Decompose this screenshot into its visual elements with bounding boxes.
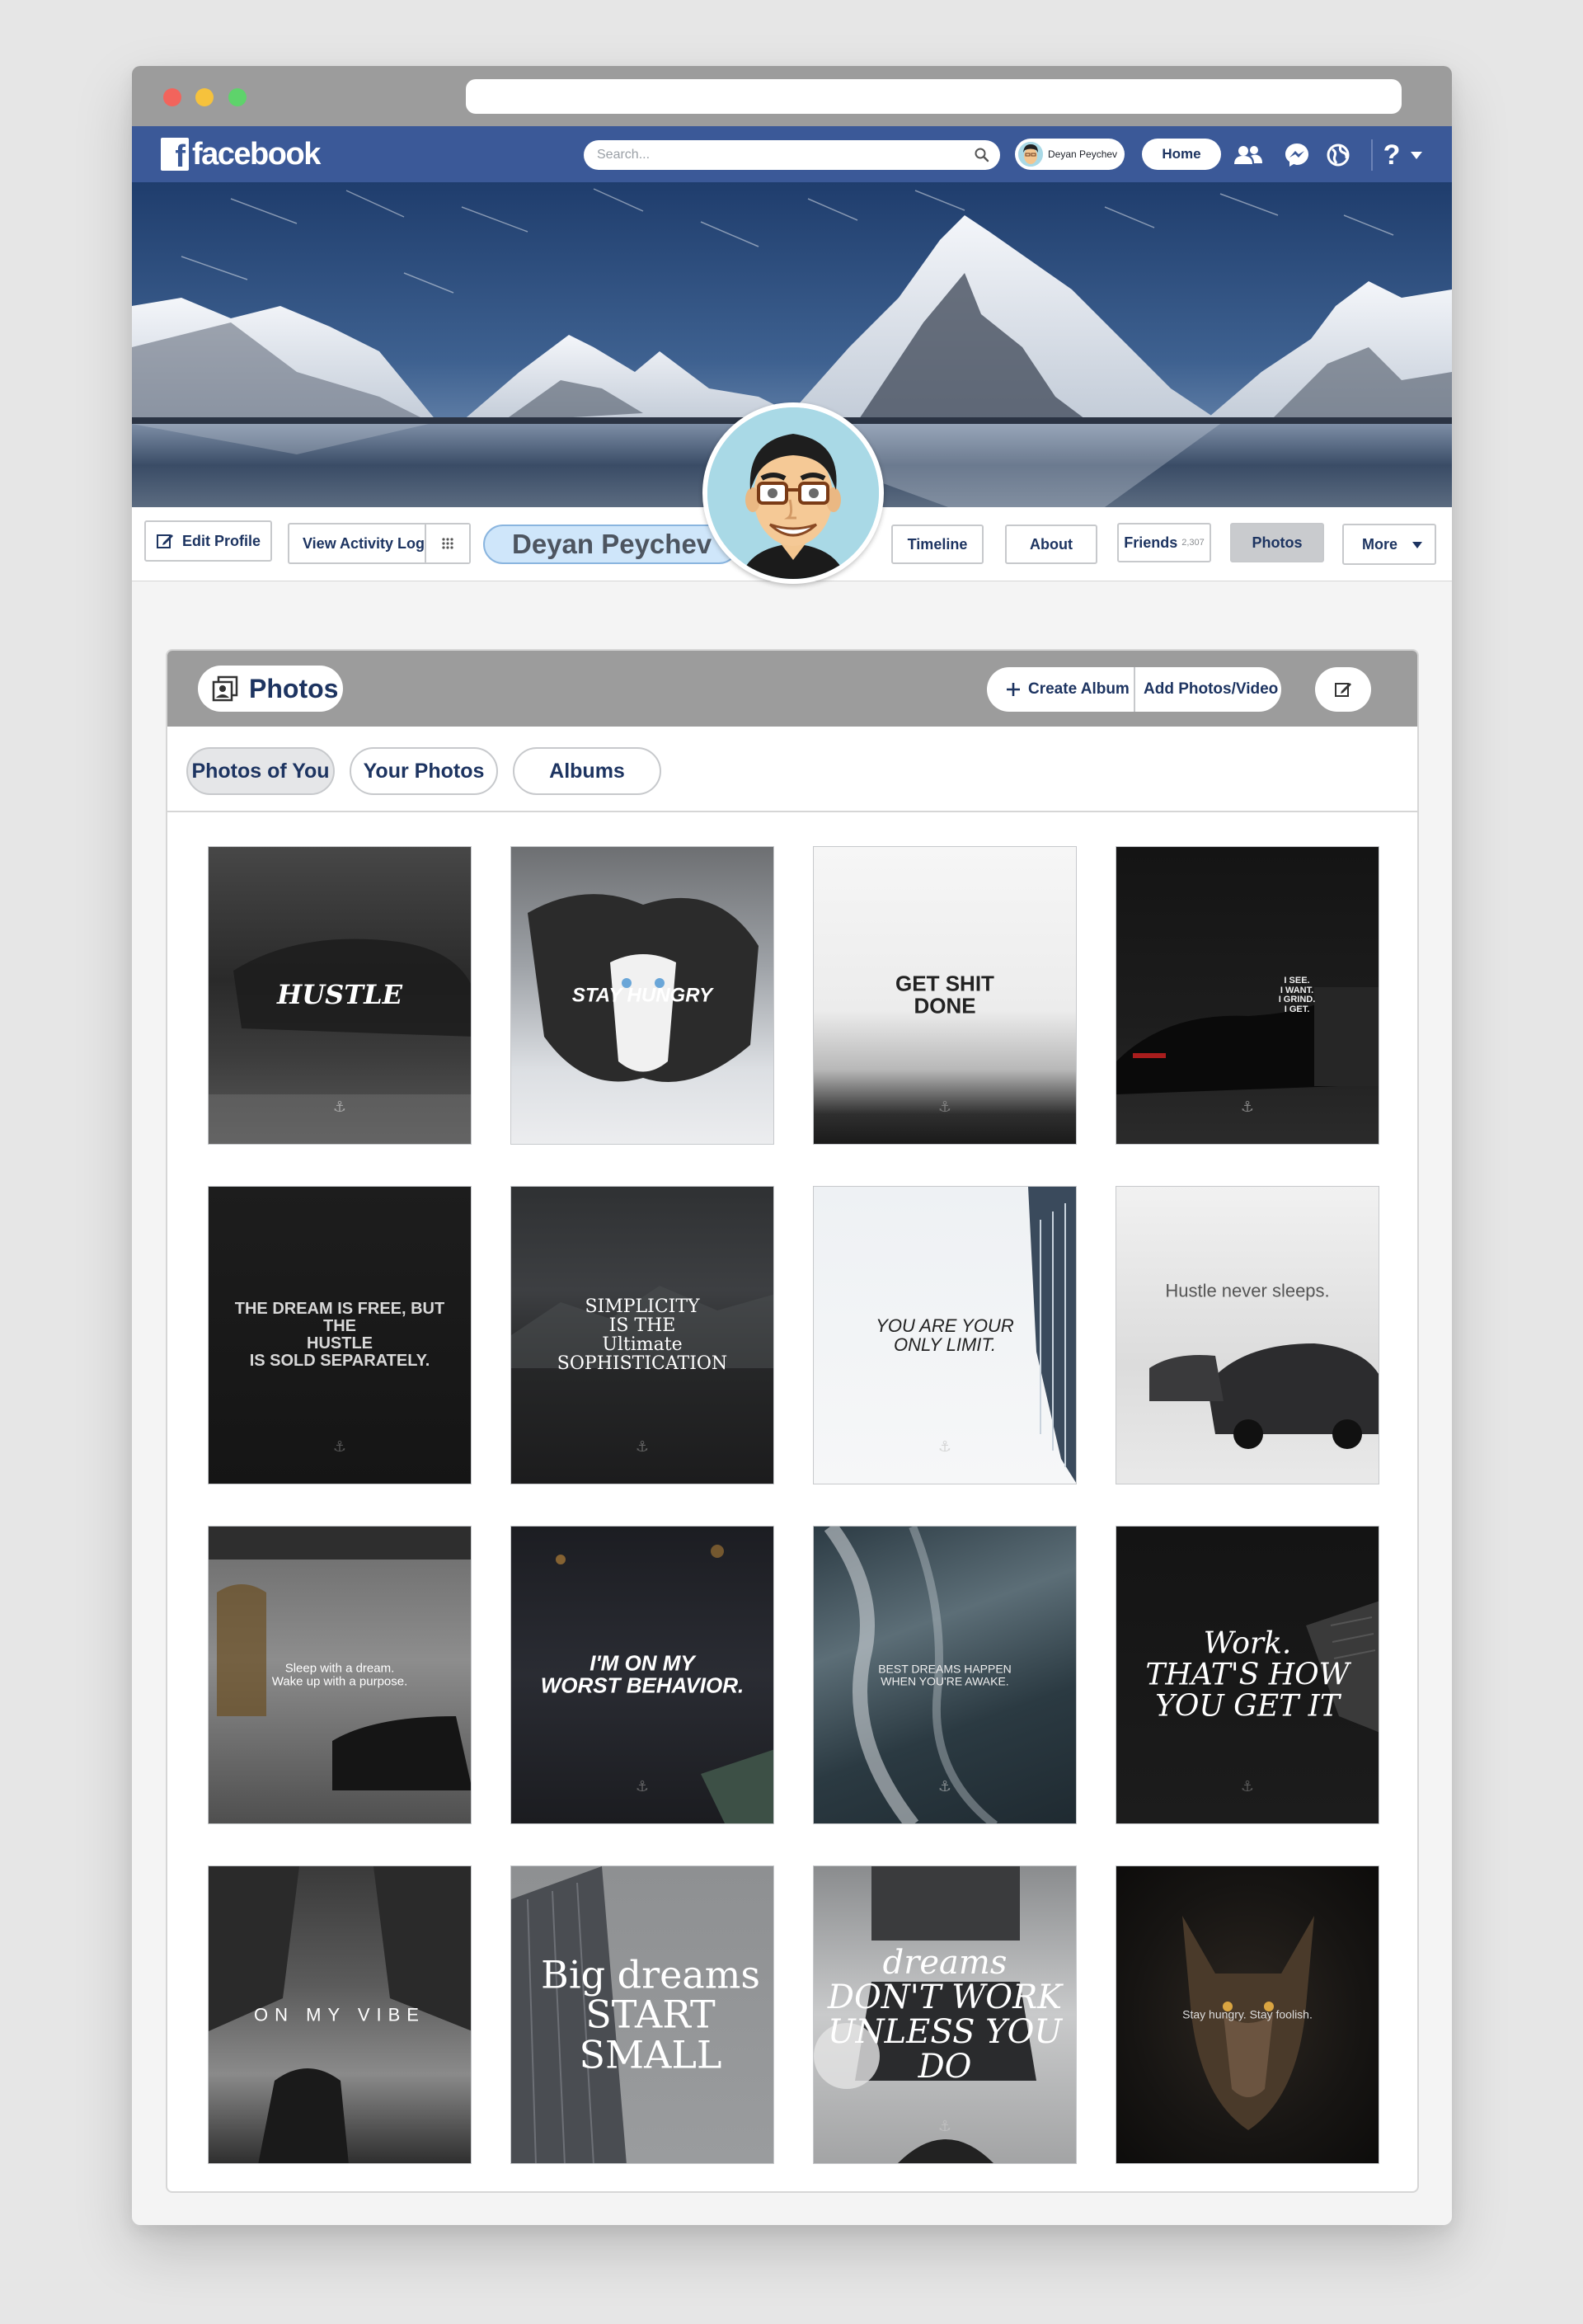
search-input[interactable]	[597, 140, 960, 170]
activity-log-menu-button[interactable]	[425, 525, 469, 562]
tab-friends-label: Friends	[1124, 534, 1178, 551]
edit-icon	[156, 534, 173, 548]
photo-tile[interactable]: Big dreams START SMALL	[510, 1865, 774, 2164]
facebook-top-bar: f facebook Deyan Peychev Home ?	[132, 126, 1452, 182]
edit-icon	[1335, 683, 1351, 697]
photo-caption: Sleep with a dream. Wake up with a purpo…	[271, 1661, 408, 1688]
anchor-icon: ⚓	[332, 1098, 347, 1115]
photo-caption: STAY HUNGRY	[571, 984, 713, 1007]
photo-caption: I SEE. I WANT. I GRIND. I GET.	[1278, 975, 1316, 1014]
photo-tile[interactable]: HUSTLE ⚓	[208, 846, 472, 1145]
photo-caption: dreams DON'T WORK UNLESS YOU DO	[827, 1944, 1063, 2086]
photo-filter-tabs: Photos of You Your Photos Albums	[167, 727, 1417, 812]
photo-tile[interactable]: THE DREAM IS FREE, BUT THE HUSTLE IS SOL…	[208, 1186, 472, 1484]
photo-caption: I'M ON MY WORST BEHAVIOR.	[540, 1650, 745, 1698]
home-button[interactable]: Home	[1142, 139, 1221, 170]
photo-tile[interactable]: Sleep with a dream. Wake up with a purpo…	[208, 1526, 472, 1824]
photo-tile[interactable]: YOU ARE YOUR ONLY LIMIT. ⚓	[813, 1186, 1077, 1484]
anchor-icon: ⚓	[937, 1098, 952, 1115]
photo-caption: Big dreams START SMALL	[541, 1952, 760, 2077]
user-profile-chip[interactable]: Deyan Peychev	[1015, 139, 1125, 170]
photos-card-header: Photos Create Album Add Photos/Video	[167, 651, 1417, 727]
toolbar-divider	[1371, 139, 1373, 171]
plus-icon	[1007, 683, 1020, 696]
address-bar[interactable]	[466, 79, 1402, 114]
friend-requests-icon[interactable]	[1233, 140, 1263, 170]
photo-caption: Hustle never sleeps.	[1165, 1280, 1330, 1301]
avatar	[1018, 142, 1043, 167]
photo-caption: GET SHIT DONE	[895, 971, 994, 1019]
grid-dots-icon	[442, 538, 453, 549]
facebook-logo[interactable]: f facebook	[161, 136, 321, 174]
help-icon[interactable]: ?	[1381, 139, 1402, 171]
tab-timeline[interactable]: Timeline	[891, 525, 984, 564]
photo-caption: YOU ARE YOUR ONLY LIMIT.	[876, 1315, 1014, 1355]
photo-tile[interactable]: SIMPLICITY IS THE Ultimate SOPHISTICATIO…	[510, 1186, 774, 1484]
photo-tile[interactable]: STAY HUNGRY	[510, 846, 774, 1145]
messenger-icon[interactable]	[1282, 140, 1312, 170]
tab-more[interactable]: More	[1342, 524, 1436, 565]
search-box[interactable]	[584, 140, 1000, 170]
anchor-icon: ⚓	[937, 1438, 952, 1455]
photos-heading: Photos	[198, 666, 343, 712]
close-window-button[interactable]	[163, 88, 181, 106]
photos-card: Photos Create Album Add Photos/Video Pho…	[166, 649, 1419, 2193]
tab-photos-of-you[interactable]: Photos of You	[186, 747, 335, 795]
photos-title: Photos	[249, 673, 339, 703]
anchor-icon: ⚓	[1240, 1778, 1255, 1795]
anchor-icon: ⚓	[1240, 1098, 1255, 1115]
browser-window: f facebook Deyan Peychev Home ?	[132, 66, 1452, 2225]
photo-tile[interactable]: GET SHIT DONE ⚓	[813, 846, 1077, 1145]
browser-chrome	[132, 66, 1452, 126]
chevron-down-icon[interactable]	[1406, 140, 1427, 170]
photo-tile[interactable]: ON MY VIBE	[208, 1865, 472, 2164]
photo-tile[interactable]: Stay hungry. Stay foolish.	[1116, 1865, 1379, 2164]
album-actions: Create Album Add Photos/Video	[987, 667, 1281, 712]
photo-tile[interactable]: Hustle never sleeps.	[1116, 1186, 1379, 1484]
minimize-window-button[interactable]	[195, 88, 214, 106]
photo-tile[interactable]: dreams DON'T WORK UNLESS YOU DO ⚓	[813, 1865, 1077, 2164]
photo-caption: THE DREAM IS FREE, BUT THE HUSTLE IS SOL…	[234, 1300, 445, 1370]
search-icon[interactable]	[974, 147, 990, 163]
facebook-f-icon: f	[161, 138, 189, 174]
tab-friends[interactable]: Friends 2,307	[1117, 523, 1211, 562]
photo-caption: Work. THAT'S HOW YOU GET IT	[1145, 1626, 1350, 1723]
tab-more-label: More	[1362, 535, 1398, 553]
photo-caption: BEST DREAMS HAPPEN WHEN YOU'RE AWAKE.	[878, 1662, 1012, 1687]
photo-tile[interactable]: I'M ON MY WORST BEHAVIOR. ⚓	[510, 1526, 774, 1824]
friends-count: 2,307	[1181, 538, 1205, 548]
photos-icon	[212, 675, 238, 702]
anchor-icon: ⚓	[937, 1778, 952, 1795]
anchor-icon: ⚓	[635, 1778, 650, 1795]
edit-photos-button[interactable]	[1315, 667, 1371, 712]
anchor-icon: ⚓	[635, 1438, 650, 1455]
photo-caption: ON MY VIBE	[254, 2004, 425, 2025]
photo-tile[interactable]: Work. THAT'S HOW YOU GET IT ⚓	[1116, 1526, 1379, 1824]
edit-profile-button[interactable]: Edit Profile	[144, 520, 272, 562]
tab-about[interactable]: About	[1005, 525, 1097, 564]
edit-profile-label: Edit Profile	[181, 532, 261, 549]
facebook-wordmark: facebook	[192, 136, 321, 172]
tab-your-photos[interactable]: Your Photos	[350, 747, 498, 795]
profile-avatar[interactable]	[702, 402, 884, 584]
anchor-icon: ⚓	[937, 2118, 952, 2134]
caret-down-icon	[1412, 542, 1422, 548]
create-album-button[interactable]: Create Album	[987, 667, 1135, 712]
activity-log-label: View Activity Log	[303, 534, 425, 552]
photo-tile[interactable]: BEST DREAMS HAPPEN WHEN YOU'RE AWAKE. ⚓	[813, 1526, 1077, 1824]
photo-caption: HUSTLE	[277, 979, 402, 1011]
notifications-globe-icon[interactable]	[1323, 140, 1353, 170]
photo-caption: SIMPLICITY IS THE Ultimate SOPHISTICATIO…	[557, 1296, 728, 1375]
profile-name[interactable]: Deyan Peychev	[483, 525, 739, 564]
photo-tile[interactable]: I SEE. I WANT. I GRIND. I GET. ⚓	[1116, 846, 1379, 1145]
tab-albums[interactable]: Albums	[513, 747, 661, 795]
photo-caption: Stay hungry. Stay foolish.	[1182, 2007, 1313, 2021]
tab-photos[interactable]: Photos	[1230, 523, 1324, 562]
user-name-label: Deyan Peychev	[1048, 148, 1118, 160]
create-album-label: Create Album	[1028, 680, 1130, 698]
maximize-window-button[interactable]	[228, 88, 247, 106]
anchor-icon: ⚓	[332, 1438, 347, 1455]
add-photos-button[interactable]: Add Photos/Video	[1135, 667, 1278, 712]
